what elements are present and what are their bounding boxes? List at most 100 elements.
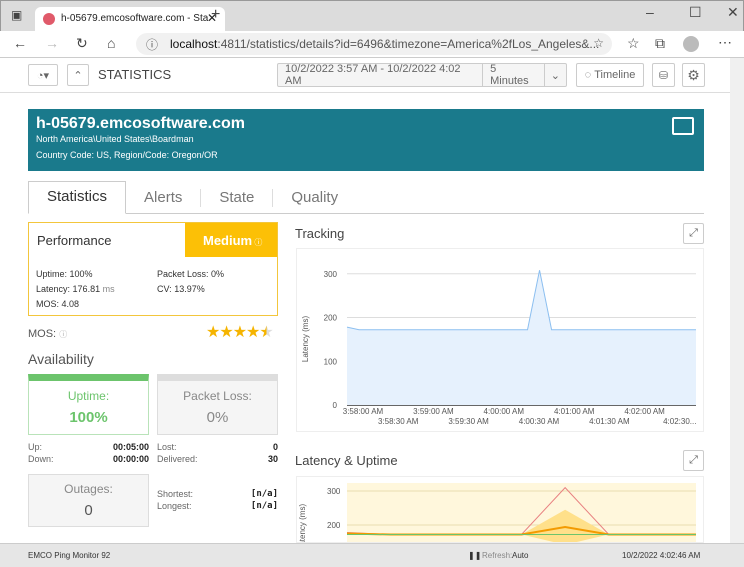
x-tick-label: 4:02:00 AM <box>624 407 665 416</box>
x-tick-label: 3:58:00 AM <box>343 407 384 416</box>
info-icon[interactable]: ⓘ <box>146 36 158 53</box>
up-label: Up: <box>28 442 43 452</box>
x-tick-label: 3:59:30 AM <box>448 417 489 426</box>
new-tab-icon[interactable]: + <box>211 6 220 24</box>
y-tick-label: 300 <box>324 270 338 279</box>
latency-line <box>346 270 696 331</box>
delivered-value: 30 <box>267 454 278 464</box>
home-icon[interactable]: ⌂ <box>107 35 115 51</box>
y-tick-label: 200 <box>324 314 338 323</box>
timeline-label: Timeline <box>594 69 636 81</box>
loss-value: 0% <box>211 269 225 279</box>
settings-button[interactable]: ⚙ <box>682 63 705 87</box>
tracking-chart: 0 100 200 300 Latency (ms) 3:58:00 AM3:58:30 … <box>296 248 704 432</box>
x-tick-label: 4:01:00 AM <box>554 407 595 416</box>
rating-label: Medium <box>203 233 253 248</box>
tab-state[interactable]: State <box>200 189 272 207</box>
host-name: h-05679.emcosoftware.com <box>36 115 245 132</box>
refresh-value[interactable]: Auto <box>512 551 528 560</box>
database-icon: ⛁ <box>658 69 669 82</box>
chevron-up-icon: ⌃ <box>73 69 83 82</box>
loss-card-label: Packet Loss: <box>183 389 252 403</box>
status-bar: EMCO Ping Monitor 92 ❚❚ Refresh: Auto 10… <box>0 543 744 567</box>
pause-icon[interactable]: ❚❚ <box>468 551 481 560</box>
gear-icon: ⚙ <box>687 66 700 83</box>
reload-icon[interactable]: ↻ <box>76 35 88 52</box>
date-range-picker[interactable]: 10/2/2022 3:57 AM - 10/2/2022 4:02 AM 5 … <box>277 63 567 87</box>
pie-chart-icon: ◔▾ <box>36 69 50 82</box>
shortest-value: [n/a] <box>250 489 278 499</box>
tab-actions-icon[interactable]: ▣ <box>11 8 22 22</box>
mos-stars: ★★★★★ <box>206 324 274 341</box>
more-icon[interactable]: ⋯ <box>718 34 732 51</box>
collections-icon[interactable]: ⧉ <box>655 35 665 52</box>
close-window-icon[interactable]: ✕ <box>727 4 739 21</box>
timeline-button[interactable]: ◌ Timeline <box>576 63 644 87</box>
back-icon[interactable]: ← <box>13 35 27 51</box>
expand-tracking-button[interactable]: ⤢ <box>683 223 704 244</box>
outages-card: Outages: 0 <box>28 474 149 527</box>
date-range: 10/2/2022 3:57 AM - 10/2/2022 4:02 AM <box>278 63 484 87</box>
performance-panel: Performance Medium ⓘ Uptime: 100% Latenc… <box>28 222 278 316</box>
down-value: 00:00:00 <box>112 454 149 464</box>
delivered-label: Delivered: <box>157 454 198 464</box>
expand-latency-button[interactable]: ⤢ <box>683 450 704 471</box>
uptime-card-value: 100% <box>69 409 108 426</box>
info-icon: ⓘ <box>59 330 68 339</box>
tracking-title: Tracking <box>295 226 345 241</box>
chevron-down-icon[interactable]: ⌄ <box>545 69 566 82</box>
favicon-icon <box>43 13 55 25</box>
packet-loss-card: Packet Loss: 0% <box>157 374 278 435</box>
uptime-label: Uptime: <box>36 269 68 279</box>
collapse-button[interactable]: ⌃ <box>67 64 89 86</box>
availability-title: Availability <box>28 351 94 367</box>
x-tick-label: 4:00:00 AM <box>484 407 525 416</box>
url-input[interactable]: ⓘ localhost:4811/statistics/details?id=64… <box>136 33 612 55</box>
latency-value: 176.81 <box>72 284 101 294</box>
cv-label: CV: <box>157 284 172 294</box>
tab-alerts[interactable]: Alerts <box>126 181 200 213</box>
star-icon[interactable]: ☆ <box>593 36 604 50</box>
y-axis-label: Latency (ms) <box>301 316 310 363</box>
host-banner: h-05679.emcosoftware.com North America\U… <box>28 109 704 171</box>
outages-label: Outages: <box>64 482 113 496</box>
forward-icon[interactable]: → <box>45 35 59 51</box>
x-tick-label: 3:58:30 AM <box>378 417 419 426</box>
export-button[interactable]: ⛁ <box>652 63 675 87</box>
uptime-value: 100% <box>69 269 93 279</box>
status-time: 10/2/2022 4:02:46 AM <box>622 551 701 560</box>
chart-menu-button[interactable]: ◔▾ <box>28 64 58 86</box>
app-header: ◔▾ ⌃ STATISTICS 10/2/2022 3:57 AM - 10/2… <box>0 58 734 93</box>
rating-badge: Medium ⓘ <box>185 223 277 257</box>
interval-select[interactable]: 5 Minutes <box>483 63 545 87</box>
host-codes: Country Code: US, Region/Code: Oregon/OR <box>36 150 218 160</box>
profile-avatar[interactable] <box>683 36 699 52</box>
mos-label: MOS: <box>36 299 60 309</box>
uptime-card: Uptime: 100% <box>28 374 149 435</box>
latency-label: Latency: <box>36 284 71 294</box>
longest-value: [n/a] <box>250 501 278 511</box>
shortest-label: Shortest: <box>157 489 194 499</box>
maximize-icon[interactable]: ☐ <box>689 4 702 21</box>
refresh-label: Refresh: <box>482 551 513 560</box>
favorites-icon[interactable]: ☆ <box>627 35 640 52</box>
lost-label: Lost: <box>157 442 177 452</box>
up-value: 00:05:00 <box>112 442 149 452</box>
latency-uptime-chart: 200 300 Latency (ms) <box>296 476 704 543</box>
mos-value: 4.08 <box>61 299 80 309</box>
tab-statistics[interactable]: Statistics <box>28 181 127 214</box>
lost-value: 0 <box>272 442 278 452</box>
loss-card-value: 0% <box>206 409 229 426</box>
loss-label: Packet Loss: <box>157 269 209 279</box>
browser-tab[interactable]: h-05679.emcosoftware.com - Sta ✕ <box>35 7 225 32</box>
longest-label: Longest: <box>157 501 192 511</box>
browser-tab-bar: ▣ h-05679.emcosoftware.com - Sta ✕ + – ☐ … <box>0 0 744 32</box>
y-tick-label: 200 <box>327 521 341 530</box>
url-host: localhost <box>170 37 218 51</box>
x-tick-label: 4:00:30 AM <box>519 417 560 426</box>
scrollbar[interactable] <box>730 58 744 544</box>
page-title: STATISTICS <box>98 67 172 82</box>
tab-quality[interactable]: Quality <box>272 189 356 207</box>
minimize-icon[interactable]: – <box>646 4 654 20</box>
y-tick-label: 100 <box>324 357 338 366</box>
